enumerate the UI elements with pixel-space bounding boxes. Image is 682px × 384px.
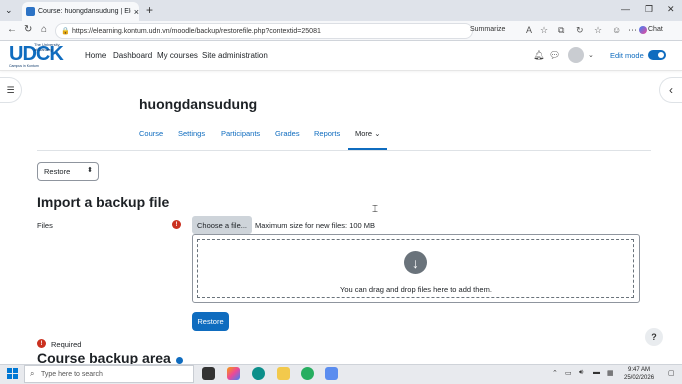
copilot-chat-button[interactable]: Chat bbox=[648, 26, 663, 33]
copilot-icon[interactable] bbox=[639, 26, 647, 34]
files-label: Files bbox=[37, 221, 53, 230]
taskbar-search-placeholder: Type here to search bbox=[41, 370, 103, 378]
taskbar-clock[interactable]: 9:47 AM 25/02/2026 bbox=[624, 366, 654, 382]
copilot-app-icon[interactable] bbox=[227, 367, 240, 380]
logo-line-2: of Danang bbox=[34, 47, 53, 52]
list-icon: ☰ bbox=[6, 84, 15, 95]
required-icon: ! bbox=[172, 220, 181, 229]
chevron-left-icon: ‹ bbox=[669, 83, 673, 97]
maximize-icon[interactable]: ❐ bbox=[645, 4, 653, 15]
action-select-value: Restore bbox=[44, 167, 71, 176]
more-menu-icon[interactable]: ⋯ bbox=[628, 25, 637, 36]
tab-more-label: More bbox=[355, 129, 373, 138]
site-favicon-icon bbox=[26, 7, 35, 16]
back-icon[interactable]: ← bbox=[7, 24, 17, 35]
favorite-star-icon[interactable]: ☆ bbox=[540, 25, 548, 36]
download-arrow-icon: ↓ bbox=[404, 251, 427, 274]
url-field[interactable]: 🔒 https://elearning.kontum.udn.vn/moodle… bbox=[55, 23, 473, 39]
volume-icon[interactable]: 🔊︎ bbox=[579, 369, 583, 377]
clock-time: 9:47 AM bbox=[628, 367, 651, 373]
tab-title: Course: huongdansudung | Elearn bbox=[38, 8, 131, 15]
new-tab-icon[interactable]: + bbox=[146, 3, 153, 17]
user-avatar[interactable] bbox=[568, 47, 584, 63]
nav-my-courses[interactable]: My courses bbox=[157, 51, 198, 60]
refresh-page-icon[interactable]: ↻ bbox=[576, 25, 584, 36]
edge-browser-icon[interactable] bbox=[252, 367, 265, 380]
chevron-down-icon: ⌄ bbox=[374, 129, 381, 138]
logo-campus-text: Campus in Kontum bbox=[9, 64, 39, 68]
collections-icon[interactable]: ☆ bbox=[594, 25, 602, 36]
tray-chevron-icon[interactable]: ⌃ bbox=[552, 369, 558, 377]
search-icon: ⌕ bbox=[30, 369, 35, 378]
required-legend-text: Required bbox=[51, 340, 82, 349]
logo-university-text: The University of Danang bbox=[34, 42, 60, 52]
clock-date: 25/02/2026 bbox=[624, 375, 655, 381]
summarize-button[interactable]: Summarize bbox=[470, 26, 505, 33]
network-icon[interactable]: ▭ bbox=[565, 369, 572, 377]
lock-icon: 🔒 bbox=[61, 28, 70, 35]
home-icon[interactable]: ⌂ bbox=[41, 24, 47, 35]
help-info-icon[interactable] bbox=[176, 357, 183, 364]
app-icon-blue[interactable] bbox=[325, 367, 338, 380]
windows-start-icon[interactable] bbox=[7, 368, 18, 379]
choose-file-button[interactable]: Choose a file... bbox=[192, 216, 252, 234]
drop-instructions: You can drag and drop files here to add … bbox=[340, 285, 492, 294]
url-text: https://elearning.kontum.udn.vn/moodle/b… bbox=[72, 27, 321, 35]
help-button[interactable]: ? bbox=[645, 328, 663, 346]
nav-site-administration[interactable]: Site administration bbox=[202, 51, 268, 60]
tab-course[interactable]: Course bbox=[139, 129, 163, 138]
mouse-cursor-icon: ⌶ bbox=[372, 204, 378, 215]
tab-participants[interactable]: Participants bbox=[221, 129, 260, 138]
action-select[interactable]: Restore ⬍ bbox=[37, 162, 99, 181]
taskbar-search-input[interactable]: ⌕ Type here to search bbox=[24, 365, 194, 383]
notifications-bell-icon[interactable]: 🔔︎ bbox=[533, 50, 544, 61]
extensions-icon[interactable]: ⧉ bbox=[558, 25, 564, 36]
browser-tab[interactable]: Course: huongdansudung | Elearn × bbox=[22, 2, 139, 21]
nav-dashboard[interactable]: Dashboard bbox=[113, 51, 152, 60]
section-divider bbox=[37, 150, 651, 151]
course-index-drawer-toggle[interactable]: ☰ bbox=[0, 77, 22, 103]
course-title: huongdansudung bbox=[139, 96, 258, 112]
file-explorer-icon[interactable] bbox=[277, 367, 290, 380]
profile-icon[interactable]: ☺ bbox=[612, 25, 621, 35]
block-drawer-toggle[interactable]: ‹ bbox=[659, 77, 682, 103]
task-view-icon[interactable] bbox=[202, 367, 215, 380]
edit-mode-label: Edit mode bbox=[610, 51, 644, 60]
read-aloud-icon[interactable]: A bbox=[526, 25, 532, 35]
notification-center-icon[interactable]: ▢ bbox=[668, 369, 675, 377]
edit-mode-toggle[interactable] bbox=[648, 50, 666, 60]
tab-reports[interactable]: Reports bbox=[314, 129, 340, 138]
tab-settings[interactable]: Settings bbox=[178, 129, 205, 138]
import-heading: Import a backup file bbox=[37, 194, 170, 210]
tab-grades[interactable]: Grades bbox=[275, 129, 300, 138]
select-caret-icon: ⬍ bbox=[87, 167, 93, 174]
close-window-icon[interactable]: ✕ bbox=[667, 4, 675, 15]
user-menu-chevron-icon[interactable]: ⌄ bbox=[588, 51, 594, 59]
language-icon[interactable]: ▦ bbox=[607, 369, 614, 377]
battery-icon[interactable]: ▬ bbox=[593, 369, 600, 376]
refresh-icon[interactable]: ↻ bbox=[24, 24, 32, 35]
app-icon-green[interactable] bbox=[301, 367, 314, 380]
max-size-text: Maximum size for new files: 100 MB bbox=[255, 221, 376, 230]
restore-button[interactable]: Restore bbox=[192, 312, 229, 331]
minimize-icon[interactable]: — bbox=[621, 4, 630, 14]
nav-home[interactable]: Home bbox=[85, 51, 106, 60]
messages-icon[interactable]: 💬︎ bbox=[549, 50, 560, 61]
tab-more[interactable]: More ⌄ bbox=[355, 129, 380, 138]
close-tab-icon[interactable]: × bbox=[134, 7, 139, 17]
tab-actions-icon[interactable]: ⌄ bbox=[5, 5, 13, 16]
required-legend-icon: ! bbox=[37, 339, 46, 348]
